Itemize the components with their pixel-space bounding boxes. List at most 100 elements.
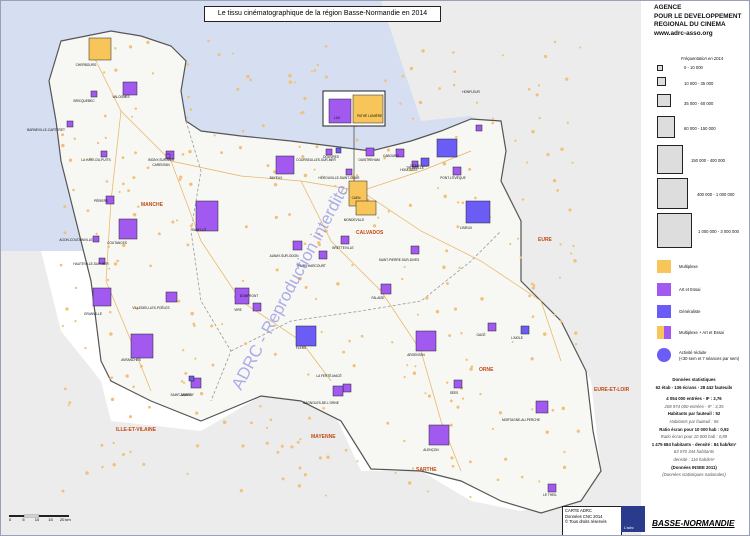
- settlement-dot: [61, 143, 65, 148]
- cinema-saintlo[interactable]: [195, 200, 219, 232]
- cinema-briquebec[interactable]: [90, 90, 98, 98]
- settlement-dot: [450, 456, 454, 460]
- map-canvas: MANCHE CALVADOS ORNE EURE EURE-ET-LOIR I…: [1, 1, 641, 535]
- settlement-dot: [181, 153, 185, 156]
- settlement-dot: [531, 129, 535, 134]
- cinema-theil[interactable]: [547, 483, 557, 493]
- cinema-mortagne[interactable]: [535, 400, 549, 414]
- settlement-dot: [147, 405, 151, 409]
- settlement-dot: [221, 323, 224, 326]
- settlement-dot: [411, 467, 415, 470]
- settlement-dot: [122, 453, 126, 457]
- settlement-dot: [527, 87, 531, 91]
- cinema-argentan[interactable]: [415, 330, 437, 352]
- cinema-herouville[interactable]: [345, 168, 353, 176]
- settlement-dot: [468, 167, 472, 171]
- settlement-dot: [571, 161, 574, 164]
- map-title: Le tissu cinématographique de la région …: [204, 6, 441, 22]
- cinema-sees[interactable]: [453, 379, 463, 389]
- settlement-dot: [427, 394, 432, 398]
- city-label-honfleur: HONFLEUR: [462, 90, 480, 94]
- cinema-thury[interactable]: [318, 250, 328, 260]
- settlement-dot: [217, 53, 221, 57]
- settlement-dot: [537, 84, 541, 87]
- settlement-dot: [151, 72, 155, 75]
- city-label-valognes: VALOGNES: [112, 95, 129, 99]
- settlement-dot: [298, 466, 302, 470]
- cinema-ferte[interactable]: [342, 383, 352, 393]
- settlement-dot: [74, 320, 77, 323]
- cinema-mondeville[interactable]: [355, 200, 377, 216]
- city-label-juvigny: JUVIGNY: [180, 393, 195, 397]
- agency-block: AGENCE POUR LE DEVELOPPEMENT REGIONAL DU…: [654, 4, 741, 38]
- settlement-dot: [276, 450, 280, 454]
- legend-size-1: [657, 65, 663, 71]
- cinema-ouistreham[interactable]: [365, 147, 375, 157]
- cinema-bayeux[interactable]: [275, 155, 295, 175]
- settlement-dot: [442, 161, 447, 166]
- cinema-laigle[interactable]: [520, 325, 530, 335]
- agency-url[interactable]: www.adrc-asso.org: [654, 30, 741, 39]
- settlement-dot: [391, 341, 394, 344]
- cinema-haye[interactable]: [100, 150, 108, 158]
- cinema-deauville[interactable]: [436, 138, 458, 158]
- cinema-cherbourg[interactable]: [88, 37, 112, 61]
- stats-line5-national: 63 070 344 habitants: [673, 449, 715, 455]
- city-label-hauteville: HAUTEVILLE-SUR-MER: [73, 262, 109, 266]
- settlement-dot: [408, 203, 413, 207]
- cinema-honfleur[interactable]: [475, 124, 483, 132]
- cinema-juvigny[interactable]: [188, 375, 195, 382]
- settlement-dot: [239, 488, 243, 493]
- cinema-douvres[interactable]: [335, 147, 342, 154]
- settlement-dot: [178, 178, 182, 181]
- settlement-dot: [561, 406, 566, 411]
- cinema-stpierre[interactable]: [410, 245, 420, 255]
- settlement-dot: [551, 408, 555, 412]
- legend-size-3: [657, 94, 671, 107]
- cinema-alencon[interactable]: [428, 424, 450, 446]
- cinema-gace[interactable]: [487, 322, 497, 332]
- cinema-villedieu[interactable]: [165, 291, 178, 303]
- settlement-dot: [241, 279, 245, 283]
- cinema-agon[interactable]: [92, 235, 100, 243]
- cinema-coutances[interactable]: [118, 218, 138, 240]
- legend-generaliste-swatch: [657, 305, 671, 318]
- settlement-dot: [526, 161, 529, 164]
- settlement-dot: [105, 180, 109, 183]
- city-label-avranches: AVRANCHES: [121, 358, 141, 362]
- cinema-carentan[interactable]: [165, 153, 171, 159]
- cinema-barneville[interactable]: [66, 120, 74, 128]
- settlement-dot: [449, 399, 453, 403]
- settlement-dot: [241, 444, 245, 448]
- cinema-bagnoles[interactable]: [332, 385, 344, 397]
- cinema-granville[interactable]: [92, 287, 112, 307]
- settlement-dot: [72, 188, 75, 192]
- settlement-dot: [108, 267, 111, 270]
- settlement-dot: [86, 209, 90, 213]
- cinema-flers[interactable]: [295, 325, 317, 347]
- settlement-dot: [315, 145, 319, 149]
- settlement-dot: [157, 232, 161, 236]
- settlement-dot: [96, 141, 100, 145]
- inset-pathe[interactable]: [352, 94, 384, 124]
- settlement-dot: [574, 342, 578, 346]
- cinema-domfront[interactable]: [252, 302, 262, 312]
- cinema-trouville[interactable]: [420, 157, 430, 167]
- settlement-dot: [519, 256, 522, 259]
- cinema-avranches[interactable]: [130, 333, 154, 359]
- settlement-dot: [109, 332, 113, 336]
- cinema-valognes[interactable]: [122, 81, 138, 96]
- cinema-falaise[interactable]: [380, 283, 392, 295]
- settlement-dot: [511, 341, 514, 344]
- settlement-dot: [514, 139, 517, 142]
- settlement-dot: [269, 418, 273, 422]
- cinema-pontleveque[interactable]: [452, 166, 462, 176]
- cinema-lisieux[interactable]: [465, 200, 491, 224]
- settlement-dot: [266, 426, 269, 429]
- settlement-dot: [528, 294, 532, 298]
- settlement-dot: [504, 457, 508, 461]
- settlement-dot: [570, 252, 573, 255]
- cinema-bretteville[interactable]: [340, 235, 350, 245]
- legend-multiplexe-art-swatch: [657, 326, 671, 339]
- settlement-dot: [465, 358, 468, 361]
